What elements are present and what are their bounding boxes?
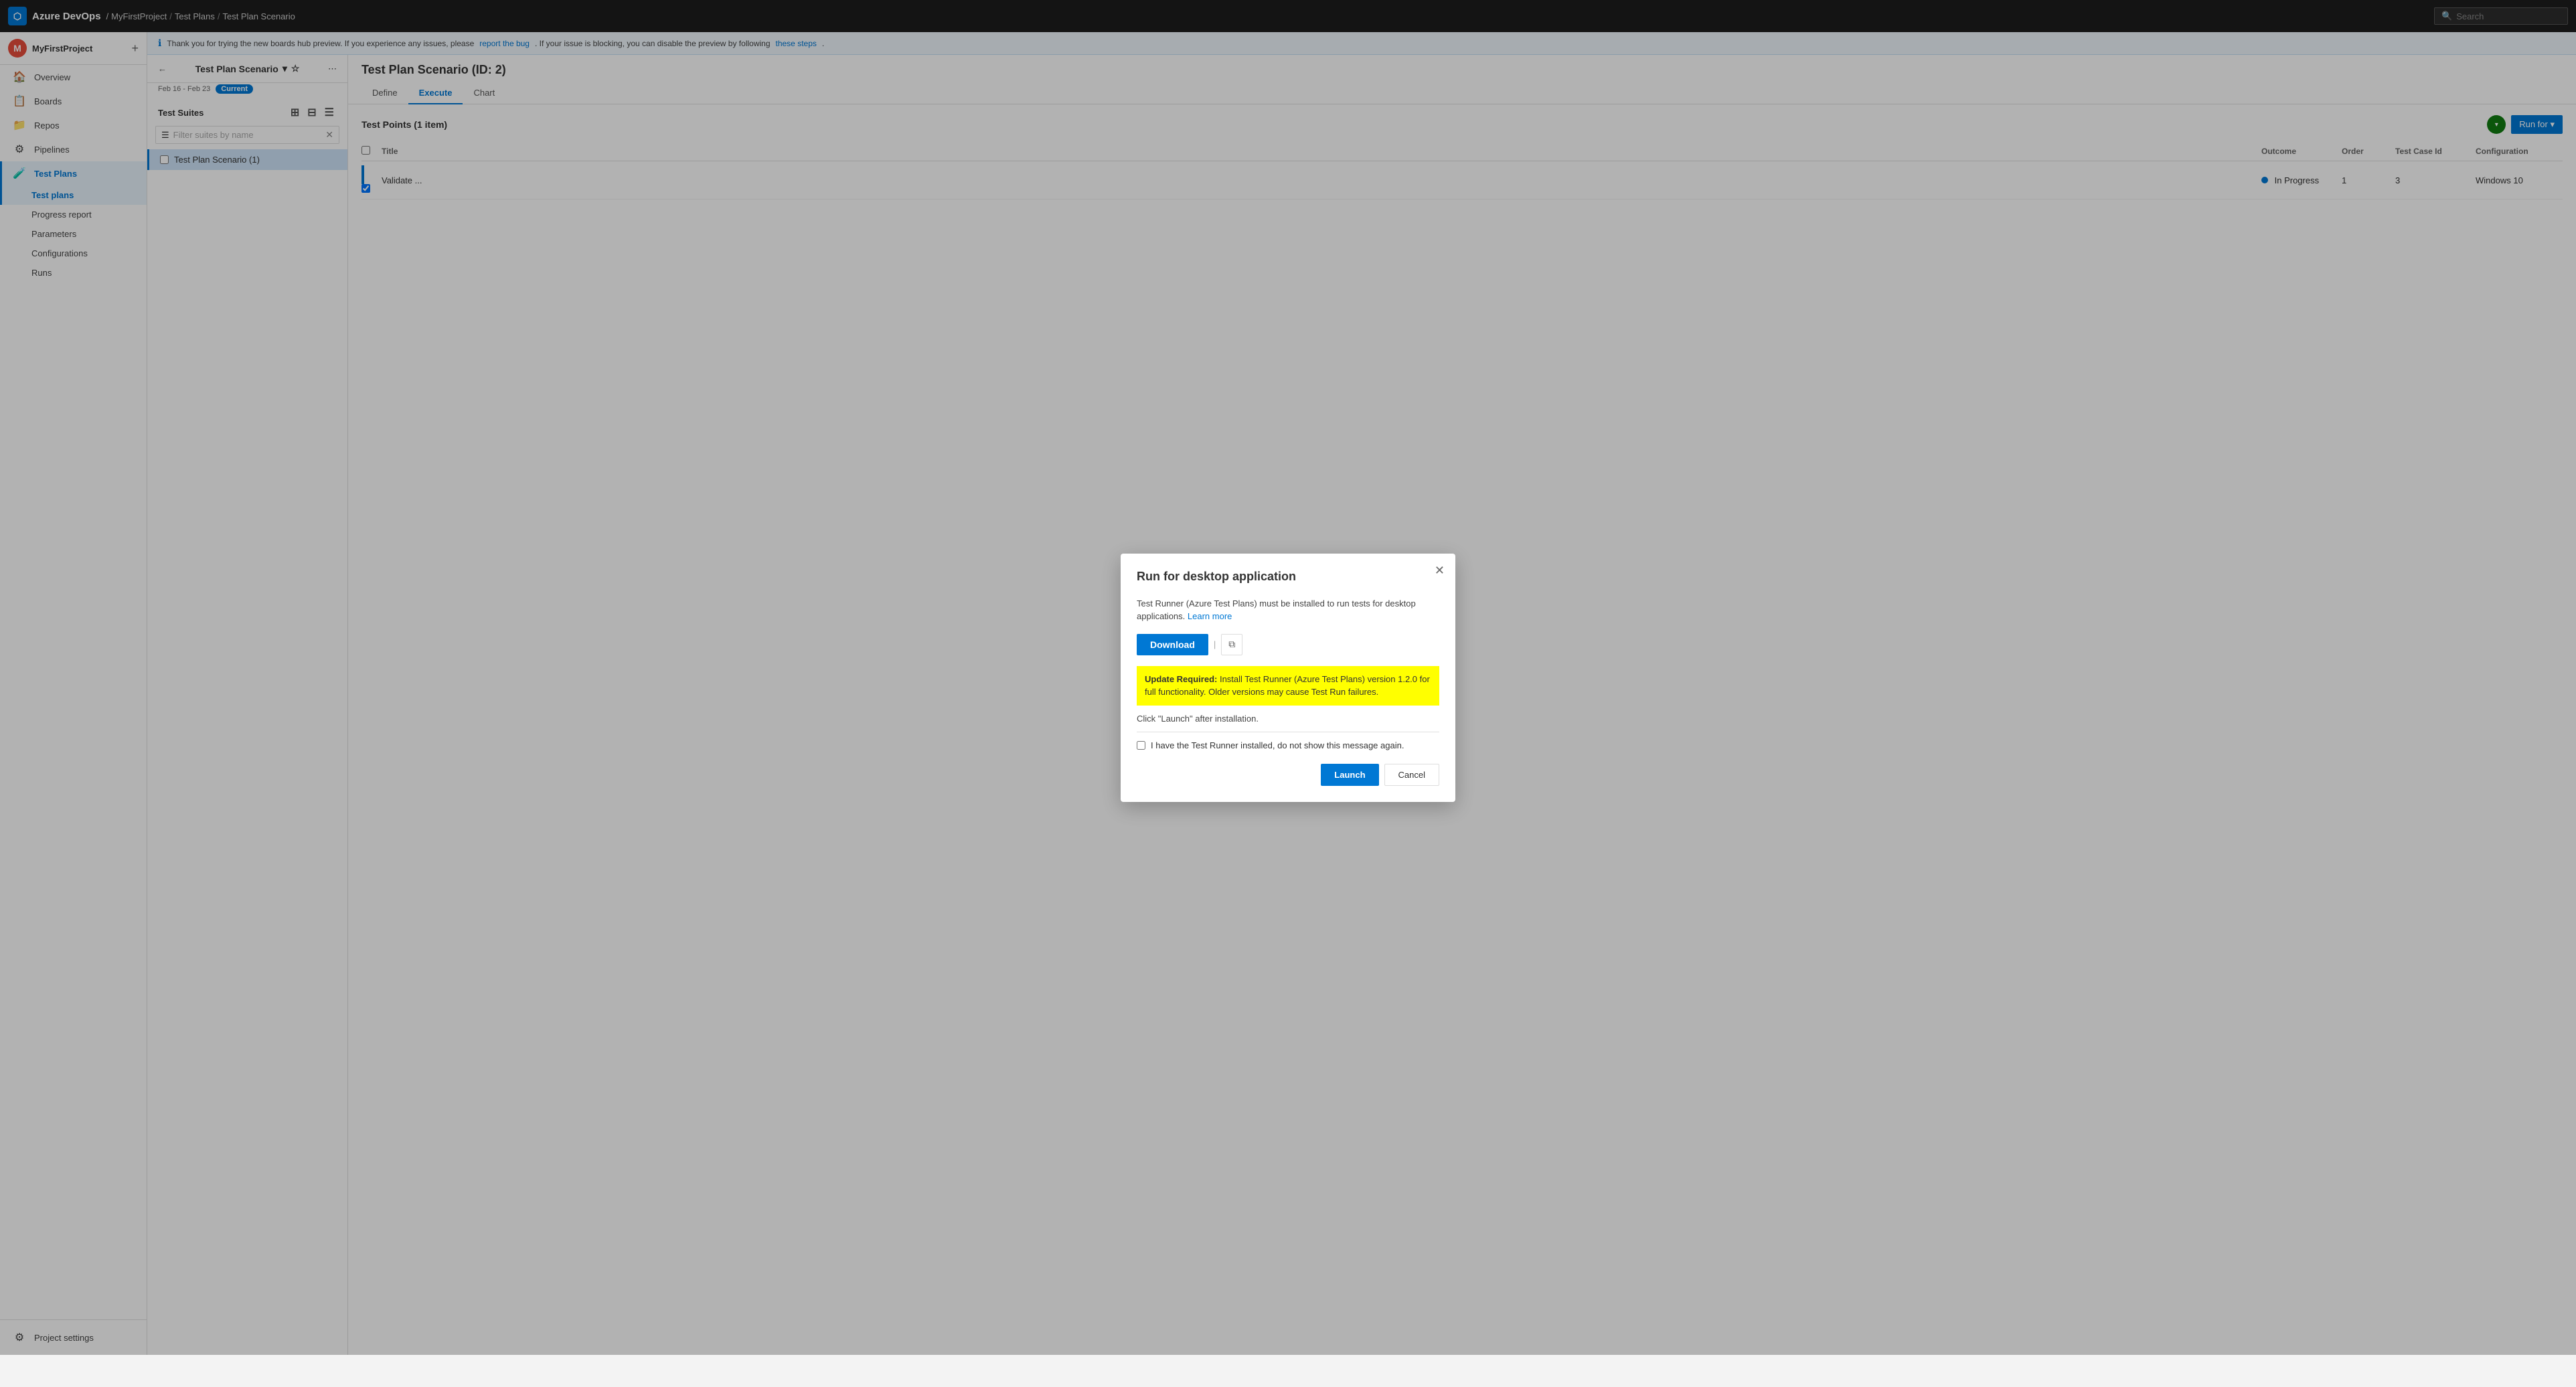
modal-dialog: Run for desktop application ✕ Test Runne… (1121, 554, 1455, 802)
update-warning: Update Required: Install Test Runner (Az… (1137, 666, 1439, 706)
do-not-show-label: I have the Test Runner installed, do not… (1151, 740, 1404, 750)
update-warning-prefix: Update Required: (1145, 674, 1217, 684)
cancel-button[interactable]: Cancel (1384, 764, 1439, 786)
checkbox-row: I have the Test Runner installed, do not… (1137, 740, 1439, 750)
modal-footer: Launch Cancel (1137, 764, 1439, 786)
modal-close-button[interactable]: ✕ (1435, 564, 1445, 576)
modal-overlay: Run for desktop application ✕ Test Runne… (0, 0, 2576, 1355)
modal-body: Test Runner (Azure Test Plans) must be i… (1137, 597, 1439, 623)
launch-button[interactable]: Launch (1321, 764, 1378, 786)
launch-note: Click "Launch" after installation. (1137, 714, 1439, 724)
modal-title: Run for desktop application (1137, 570, 1439, 584)
do-not-show-checkbox[interactable] (1137, 741, 1145, 750)
copy-link-button[interactable]: ⧉ (1221, 634, 1242, 655)
learn-more-link[interactable]: Learn more (1188, 611, 1232, 621)
modal-body-text: Test Runner (Azure Test Plans) must be i… (1137, 598, 1416, 622)
separator: | (1214, 639, 1216, 649)
download-section: Download | ⧉ (1137, 634, 1439, 655)
download-button[interactable]: Download (1137, 634, 1208, 655)
